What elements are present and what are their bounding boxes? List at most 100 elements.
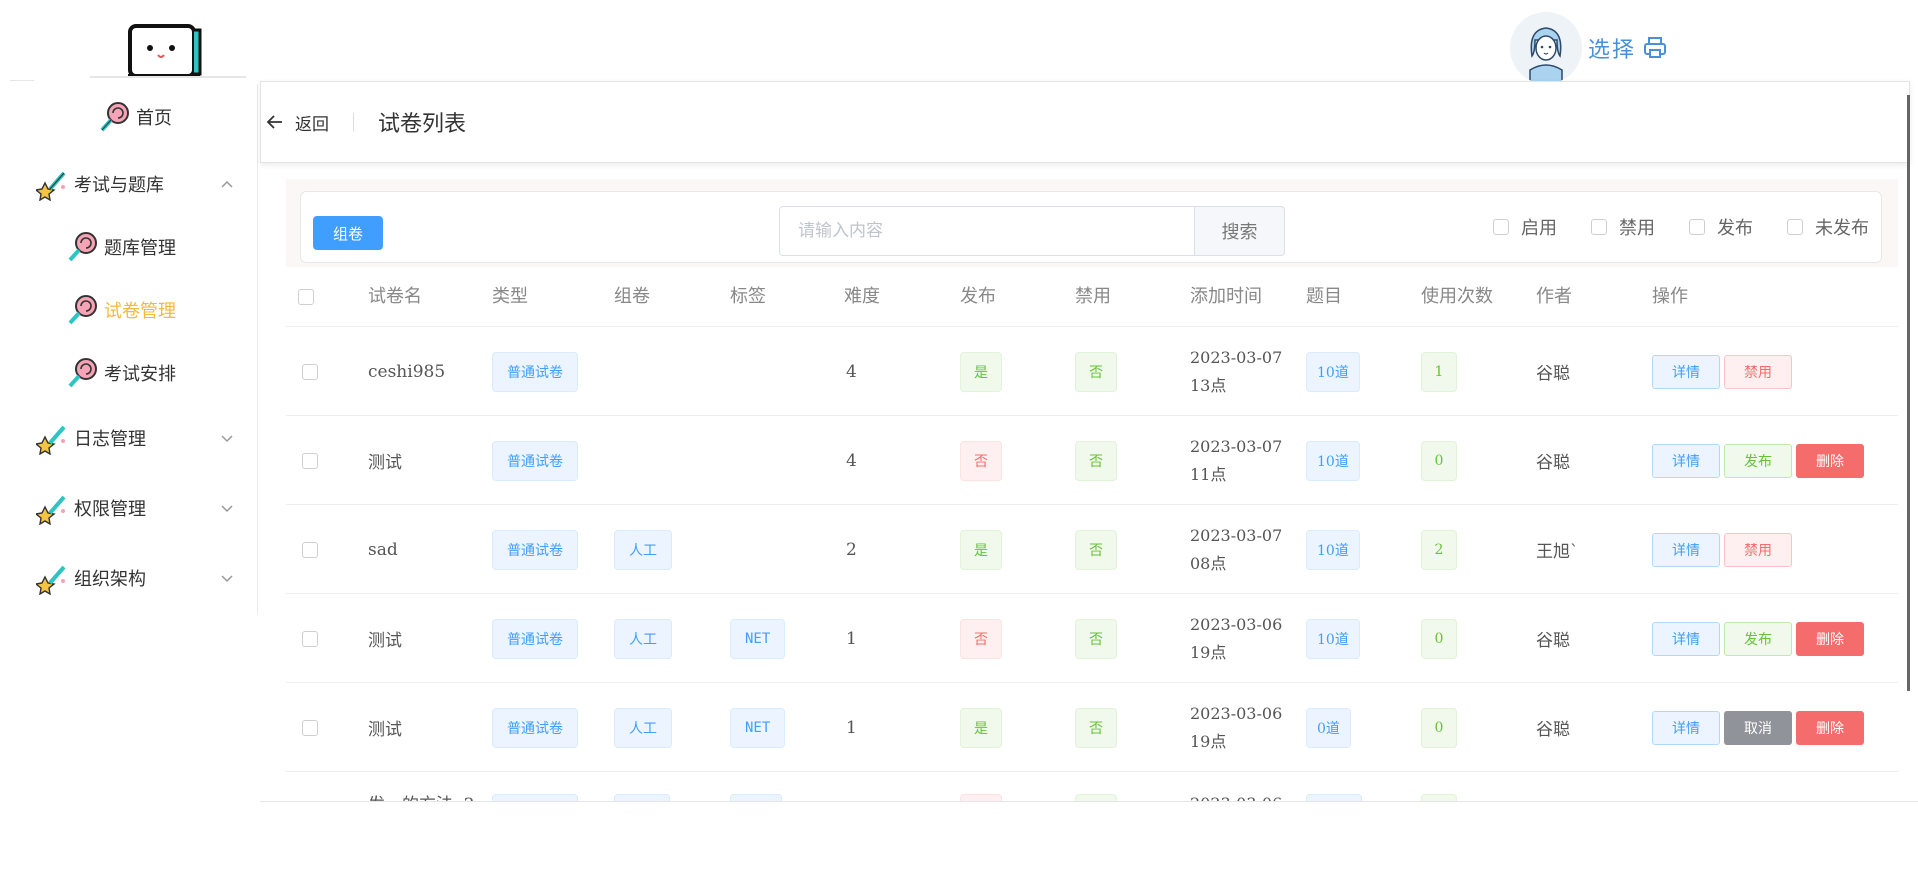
detail-button[interactable]: 详情 <box>1652 710 1720 745</box>
user-menu[interactable]: 选择 <box>1509 12 1668 84</box>
checkbox[interactable] <box>1591 219 1607 235</box>
cancel-publish-button[interactable]: 取消 <box>1724 710 1792 745</box>
search-button[interactable]: 搜索 <box>1195 206 1285 256</box>
published-badge: 是 <box>960 351 1002 392</box>
disabled-badge: 否 <box>1075 707 1117 748</box>
compose-paper-button[interactable]: 组卷 <box>313 216 383 250</box>
publish-button[interactable]: 发布 <box>1724 443 1792 478</box>
added-hour: 19点 <box>1190 731 1227 751</box>
column-header[interactable]: 操作 <box>1652 267 1688 327</box>
detail-button[interactable]: 详情 <box>1652 443 1720 478</box>
sidebar-item-organization[interactable]: 组织架构 <box>34 561 146 596</box>
sidebar-item-label: 考试安排 <box>104 364 176 385</box>
chevron-down-icon[interactable] <box>220 430 234 444</box>
column-header[interactable]: 作者 <box>1536 267 1572 327</box>
sidebar-item-exam-schedule[interactable]: 考试安排 <box>66 356 176 390</box>
lollipop-icon <box>66 293 100 327</box>
column-header[interactable]: 类型 <box>492 267 528 327</box>
checkbox[interactable] <box>1689 219 1705 235</box>
question-count: 0道 <box>1306 707 1351 748</box>
published-badge: 否 <box>960 618 1002 659</box>
search-input[interactable] <box>779 206 1195 256</box>
detail-button[interactable]: 详情 <box>1652 621 1720 656</box>
column-header[interactable]: 试卷名 <box>368 267 422 327</box>
disable-button[interactable]: 禁用 <box>1724 354 1792 389</box>
disable-button[interactable]: 禁用 <box>1724 532 1792 567</box>
table-row[interactable]: 发一的方法··2 2023-03-06 <box>286 772 1898 801</box>
avatar[interactable] <box>1509 12 1582 84</box>
checkbox[interactable] <box>1787 219 1803 235</box>
author: 谷聪 <box>1536 364 1570 384</box>
magic-wand-icon <box>34 491 70 526</box>
row-checkbox[interactable] <box>302 505 318 594</box>
user-name[interactable]: 选择 <box>1588 32 1636 64</box>
sidebar-item-question-bank[interactable]: 题库管理 <box>66 230 176 264</box>
difficulty: 4 <box>846 450 857 471</box>
row-checkbox[interactable] <box>302 683 318 772</box>
chevron-down-icon[interactable] <box>220 570 234 584</box>
column-header[interactable]: 难度 <box>844 267 880 327</box>
scrollbar[interactable] <box>1907 95 1910 691</box>
publish-button[interactable]: 发布 <box>1724 621 1792 656</box>
type-tag: 普通试卷 <box>492 707 578 748</box>
label-tag <box>730 794 782 801</box>
sidebar-item-paper-management[interactable]: 试卷管理 <box>66 293 176 327</box>
filter-enabled[interactable]: 启用 <box>1493 214 1557 240</box>
filter-label: 未发布 <box>1815 218 1869 239</box>
checkbox[interactable] <box>1493 219 1509 235</box>
sidebar-item-label: 权限管理 <box>74 499 146 520</box>
detail-button[interactable]: 详情 <box>1652 354 1720 389</box>
published-badge: 是 <box>960 707 1002 748</box>
difficulty: 1 <box>846 628 857 649</box>
table-row[interactable]: 测试 普通试卷 人工 NET 1 是 否 2023-03-06 19点 0道 0… <box>286 683 1898 772</box>
filter-published[interactable]: 发布 <box>1689 214 1753 240</box>
added-hour: 11点 <box>1190 464 1227 484</box>
column-header[interactable]: 组卷 <box>614 267 650 327</box>
paper-name: sad <box>368 539 398 560</box>
sidebar-item-permissions[interactable]: 权限管理 <box>34 491 146 526</box>
filter-label: 禁用 <box>1619 218 1655 239</box>
added-hour: 13点 <box>1190 375 1227 395</box>
paper-name: 发一的方法··2 <box>368 772 475 801</box>
chevron-down-icon[interactable] <box>220 500 234 514</box>
filter-disabled[interactable]: 禁用 <box>1591 214 1655 240</box>
published-badge: 否 <box>960 440 1002 481</box>
column-header[interactable]: 使用次数 <box>1421 267 1493 327</box>
table-row[interactable]: 测试 普通试卷 4 否 否 2023-03-07 11点 10道 0 谷聪 详情… <box>286 416 1898 505</box>
difficulty: 4 <box>846 361 857 382</box>
disabled-badge: 否 <box>1075 618 1117 659</box>
sidebar-item-exams[interactable]: 考试与题库 <box>34 167 164 202</box>
row-checkbox[interactable] <box>302 594 318 683</box>
table-row[interactable]: ceshi985 普通试卷 4 是 否 2023-03-07 13点 10道 1… <box>286 327 1898 416</box>
difficulty: 2 <box>846 539 857 560</box>
type-tag: 普通试卷 <box>492 440 578 481</box>
row-checkbox[interactable] <box>302 327 318 416</box>
label-tag: NET <box>730 618 786 659</box>
sidebar-item-home[interactable]: 首页 <box>98 100 172 134</box>
filter-unpublished[interactable]: 未发布 <box>1787 214 1869 240</box>
published-badge: 是 <box>960 529 1002 570</box>
printer-icon[interactable] <box>1642 35 1668 61</box>
sidebar-item-logs[interactable]: 日志管理 <box>34 421 146 456</box>
table-row[interactable]: 测试 普通试卷 人工 NET 1 否 否 2023-03-06 19点 10道 … <box>286 594 1898 683</box>
column-header[interactable]: 题目 <box>1306 267 1342 327</box>
sidebar-item-label: 组织架构 <box>74 569 146 590</box>
table-row[interactable]: sad 普通试卷 人工 2 是 否 2023-03-07 08点 10道 2 王… <box>286 505 1898 594</box>
lollipop-icon <box>66 356 100 390</box>
delete-button[interactable]: 删除 <box>1796 443 1864 478</box>
select-all-checkbox[interactable] <box>298 267 314 327</box>
delete-button[interactable]: 删除 <box>1796 710 1864 745</box>
question-count: 10道 <box>1306 618 1360 659</box>
chevron-up-icon[interactable] <box>220 176 234 190</box>
detail-button[interactable]: 详情 <box>1652 532 1720 567</box>
paper-name: 测试 <box>368 453 402 473</box>
column-header[interactable]: 发布 <box>960 267 996 327</box>
back-button[interactable]: 返回 <box>265 110 329 135</box>
column-header[interactable]: 添加时间 <box>1190 267 1262 327</box>
column-header[interactable]: 禁用 <box>1075 267 1111 327</box>
question-count: 10道 <box>1306 440 1360 481</box>
author: 王旭` <box>1536 542 1579 562</box>
row-checkbox[interactable] <box>302 416 318 505</box>
column-header[interactable]: 标签 <box>730 267 766 327</box>
delete-button[interactable]: 删除 <box>1796 621 1864 656</box>
